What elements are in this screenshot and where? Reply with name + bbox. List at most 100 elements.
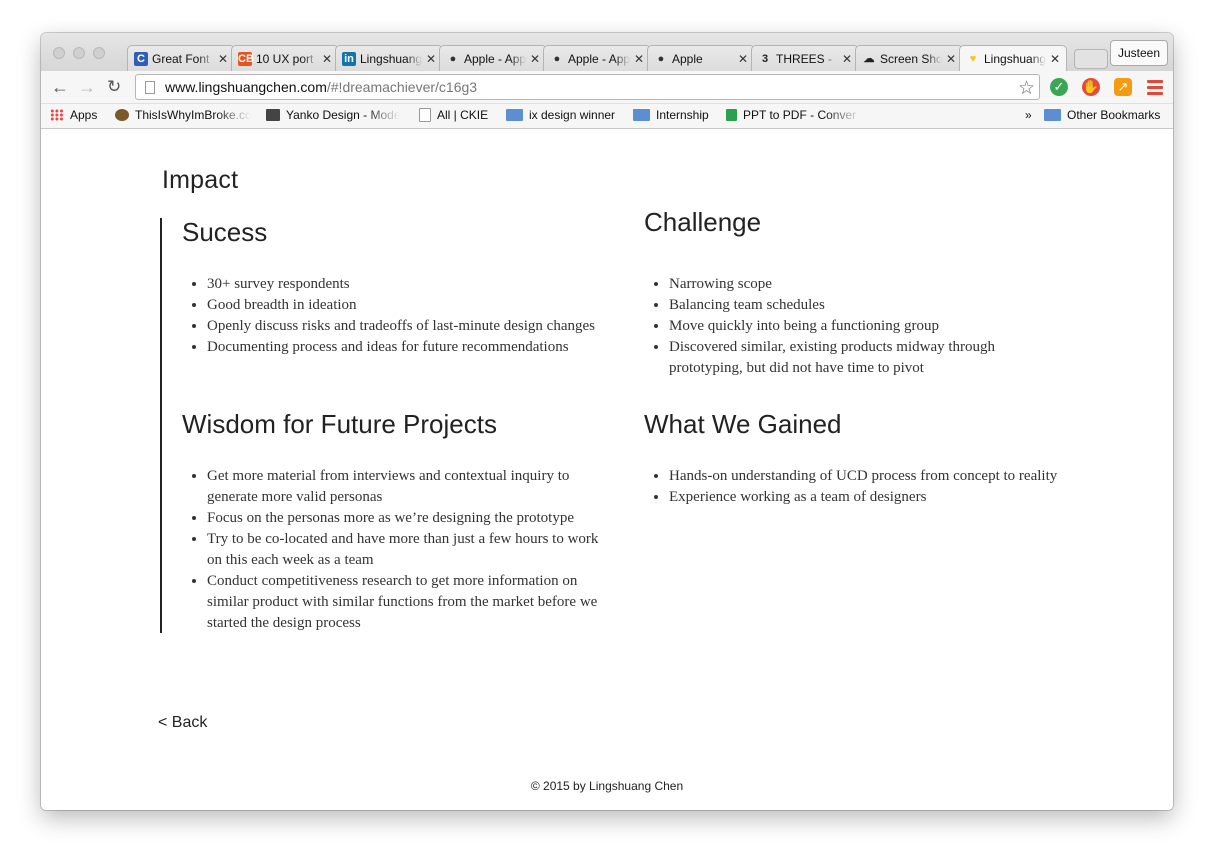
close-tab-icon[interactable]: ✕ xyxy=(426,52,436,66)
close-tab-icon[interactable]: ✕ xyxy=(530,52,540,66)
extension-globe-icon[interactable]: ✓ xyxy=(1050,78,1068,96)
bookmark-folder-internship[interactable]: Internship xyxy=(633,108,709,122)
section-title: Challenge xyxy=(644,207,762,237)
section-divider-line xyxy=(160,218,162,633)
apple-icon: ● xyxy=(449,52,457,65)
section-title: Wisdom for Future Projects xyxy=(182,409,497,439)
page-content: Impact Sucess 30+ survey respondentsGood… xyxy=(41,129,1173,810)
list-item: Conduct competitiveness research to get … xyxy=(207,571,602,634)
footer-copyright: © 2015 by Lingshuang Chen xyxy=(530,779,684,793)
tab-title: Apple - App xyxy=(464,51,526,66)
close-window-button[interactable] xyxy=(53,47,65,59)
bookmark-star-icon[interactable]: ☆ xyxy=(1018,77,1035,100)
tab-5[interactable]: ● Apple - App ✕ xyxy=(543,45,651,71)
apple-icon: ● xyxy=(657,52,665,65)
bookmark-folder-ix-design-winner[interactable]: ix design winner xyxy=(506,108,615,122)
chrome-menu-icon[interactable] xyxy=(1147,80,1163,98)
bookmark-label: ThisIsWhyImBroke.co xyxy=(135,108,251,122)
heart-icon: ♥ xyxy=(969,52,977,65)
url-path: /#!dreamachiever/c16g3 xyxy=(326,79,478,95)
folder-icon xyxy=(633,109,650,121)
linkedin-icon: in xyxy=(342,51,356,66)
extension-chart-icon[interactable]: ↗ xyxy=(1114,78,1132,96)
close-tab-icon[interactable]: ✕ xyxy=(1050,52,1060,66)
tab-title: THREES - xyxy=(776,51,833,66)
gained-list: Hands-on understanding of UCD process fr… xyxy=(644,466,1064,508)
c-logo-icon: C xyxy=(134,51,148,66)
list-item: Get more material from interviews and co… xyxy=(207,466,602,508)
list-item: Focus on the personas more as we’re desi… xyxy=(207,508,602,529)
cloud-icon: ☁ xyxy=(863,52,875,65)
tab-8[interactable]: ☁ Screen Sho ✕ xyxy=(855,45,963,71)
close-tab-icon[interactable]: ✕ xyxy=(946,52,956,66)
tab-6[interactable]: ● Apple ✕ xyxy=(647,45,755,71)
wisdom-section: Wisdom for Future Projects Get more mate… xyxy=(182,409,602,634)
threes-icon: 3 xyxy=(761,52,769,65)
close-tab-icon[interactable]: ✕ xyxy=(634,52,644,66)
section-title: What We Gained xyxy=(644,409,842,439)
challenge-section: Challenge Narrowing scopeBalancing team … xyxy=(644,207,1064,379)
bookmark-yanko-design[interactable]: Yanko Design - Mode xyxy=(266,108,404,122)
bookmark-ckie[interactable]: All | CKIE xyxy=(419,108,488,122)
new-tab-button[interactable] xyxy=(1074,49,1108,69)
bookmarks-overflow-button[interactable]: » xyxy=(1025,108,1032,122)
bookmarks-bar: Apps ThisIsWhyImBroke.co Yanko Design - … xyxy=(41,104,1173,129)
yanko-design-icon xyxy=(266,109,280,121)
tab-title: Apple xyxy=(672,51,703,66)
bookmark-thisiswhyimbroke[interactable]: ThisIsWhyImBroke.co xyxy=(115,108,253,122)
tab-2[interactable]: CB 10 UX port ✕ xyxy=(231,45,339,71)
success-section: Sucess 30+ survey respondentsGood breadt… xyxy=(182,217,602,358)
bookmark-label: Other Bookmarks xyxy=(1067,108,1161,122)
tab-4[interactable]: ● Apple - App ✕ xyxy=(439,45,547,71)
page-title: Impact xyxy=(162,166,239,194)
success-list: 30+ survey respondentsGood breadth in id… xyxy=(182,274,602,358)
section-title: Sucess xyxy=(182,217,268,247)
list-item: Try to be co-located and have more than … xyxy=(207,529,602,571)
bookmark-apps[interactable]: Apps xyxy=(50,108,97,122)
tab-7[interactable]: 3 THREES - ✕ xyxy=(751,45,859,71)
tab-9[interactable]: ♥ Lingshuang ✕ xyxy=(959,45,1067,71)
browser-toolbar: ← → ↻ www.lingshuangchen.com/#!dreamachi… xyxy=(41,71,1173,104)
forward-arrow-icon[interactable]: → xyxy=(78,77,96,97)
wisdom-list: Get more material from interviews and co… xyxy=(182,466,602,634)
folder-icon xyxy=(506,109,523,121)
bookmark-other-bookmarks[interactable]: Other Bookmarks xyxy=(1044,108,1160,122)
list-item: Move quickly into being a functioning gr… xyxy=(669,316,1064,337)
back-link[interactable]: < Back xyxy=(158,714,207,732)
gained-section: What We Gained Hands-on understanding of… xyxy=(644,409,1064,508)
extension-stop-icon[interactable]: ✋ xyxy=(1082,78,1100,96)
bookmark-label: ix design winner xyxy=(529,108,616,122)
bookmark-label: All | CKIE xyxy=(437,108,489,122)
zoom-window-button[interactable] xyxy=(93,47,105,59)
tab-title: 10 UX port xyxy=(256,51,314,66)
address-bar[interactable]: www.lingshuangchen.com/#!dreamachiever/c… xyxy=(135,74,1040,100)
bookmark-ppt-to-pdf[interactable]: PPT to PDF - Conver xyxy=(726,108,864,122)
challenge-list: Narrowing scopeBalancing team schedulesM… xyxy=(644,274,1064,379)
back-arrow-icon[interactable]: ← xyxy=(51,77,69,97)
bookmark-label: Apps xyxy=(70,108,98,122)
page-icon xyxy=(145,80,155,94)
tab-3[interactable]: in Lingshuang ✕ xyxy=(335,45,443,71)
close-tab-icon[interactable]: ✕ xyxy=(322,52,332,66)
reload-icon[interactable]: ↻ xyxy=(107,77,121,97)
document-icon xyxy=(419,108,431,122)
url-text: www.lingshuangchen.com/#!dreamachiever/c… xyxy=(165,79,477,95)
tab-title: Apple - App xyxy=(568,51,630,66)
tab-title: Lingshuang xyxy=(360,51,422,66)
close-tab-icon[interactable]: ✕ xyxy=(842,52,852,66)
tab-1[interactable]: C Great Font ✕ xyxy=(127,45,235,71)
tab-title: Lingshuang xyxy=(984,51,1046,66)
bookmark-label: Yanko Design - Mode xyxy=(286,108,400,122)
list-item: Narrowing scope xyxy=(669,274,1064,295)
tab-title: Screen Sho xyxy=(880,51,942,66)
cb-logo-icon: CB xyxy=(238,51,254,66)
minimize-window-button[interactable] xyxy=(73,47,85,59)
list-item: Hands-on understanding of UCD process fr… xyxy=(669,466,1064,487)
profile-button[interactable]: Justeen xyxy=(1110,40,1168,66)
close-tab-icon[interactable]: ✕ xyxy=(738,52,748,66)
tab-title: Great Font xyxy=(152,51,210,66)
browser-window: C Great Font ✕ CB 10 UX port ✕ in Lingshuang ✕ ● A… xyxy=(41,33,1173,810)
close-tab-icon[interactable]: ✕ xyxy=(218,52,228,66)
list-item: Discovered similar, existing products mi… xyxy=(669,337,1064,379)
url-host: www.lingshuangchen.com xyxy=(165,79,327,95)
